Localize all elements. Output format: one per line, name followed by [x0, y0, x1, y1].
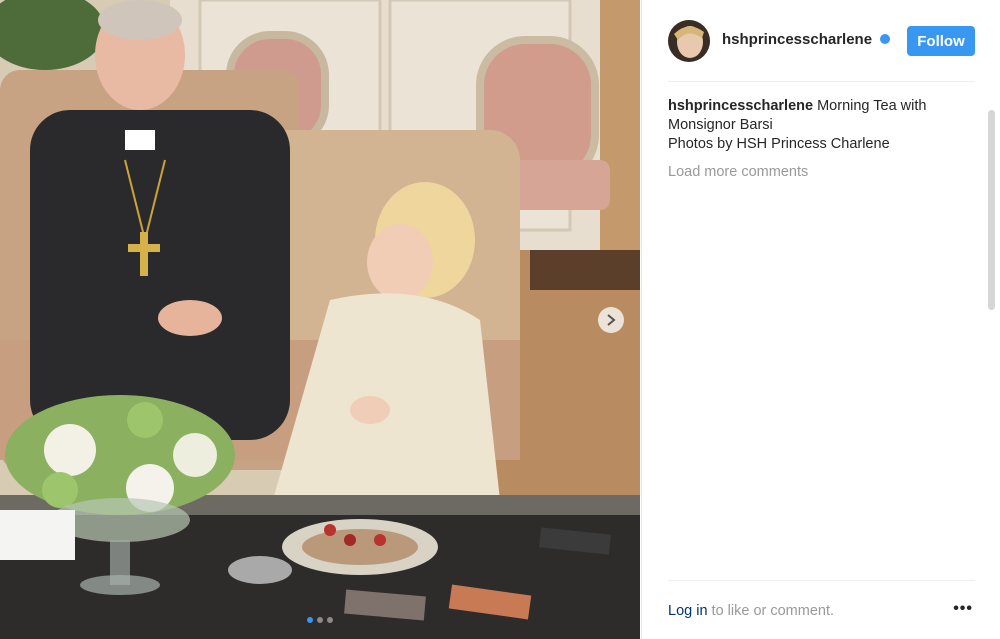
follow-button[interactable]: Follow — [907, 26, 975, 56]
carousel-dot — [317, 617, 323, 623]
login-prompt: Log in to like or comment. — [668, 603, 834, 619]
post-header: hshprincesscharlene Follow — [642, 0, 1000, 82]
post-caption: hshprincesscharlene Morning Tea with Mon… — [668, 97, 968, 154]
verified-badge-icon — [880, 34, 890, 44]
next-photo-button[interactable] — [598, 307, 624, 333]
caption-text-line1: Morning Tea with — [813, 98, 927, 114]
ellipsis-icon[interactable]: ••• — [953, 600, 973, 618]
divider — [668, 580, 975, 581]
instagram-post-modal: hshprincesscharlene Follow hshprincessch… — [0, 0, 1000, 639]
caption-text-line2: Monsignor Barsi — [668, 117, 773, 133]
chevron-right-icon — [607, 314, 616, 326]
photo-illustration — [0, 0, 640, 639]
divider — [668, 81, 975, 82]
carousel-indicator — [0, 617, 640, 623]
login-link[interactable]: Log in — [668, 603, 708, 619]
post-author-username[interactable]: hshprincesscharlene — [722, 31, 872, 48]
avatar-image — [668, 20, 710, 62]
post-photo[interactable] — [0, 0, 640, 639]
login-prompt-text: to like or comment. — [707, 603, 835, 619]
carousel-dot — [327, 617, 333, 623]
caption-username[interactable]: hshprincesscharlene — [668, 98, 813, 114]
avatar[interactable] — [668, 20, 710, 62]
post-side-panel: hshprincesscharlene Follow hshprincessch… — [641, 0, 1000, 639]
caption-text-line3: Photos by HSH Princess Charlene — [668, 136, 890, 152]
comments-scrollbar[interactable] — [988, 110, 995, 310]
load-more-comments-link[interactable]: Load more comments — [668, 164, 808, 180]
carousel-dot — [307, 617, 313, 623]
